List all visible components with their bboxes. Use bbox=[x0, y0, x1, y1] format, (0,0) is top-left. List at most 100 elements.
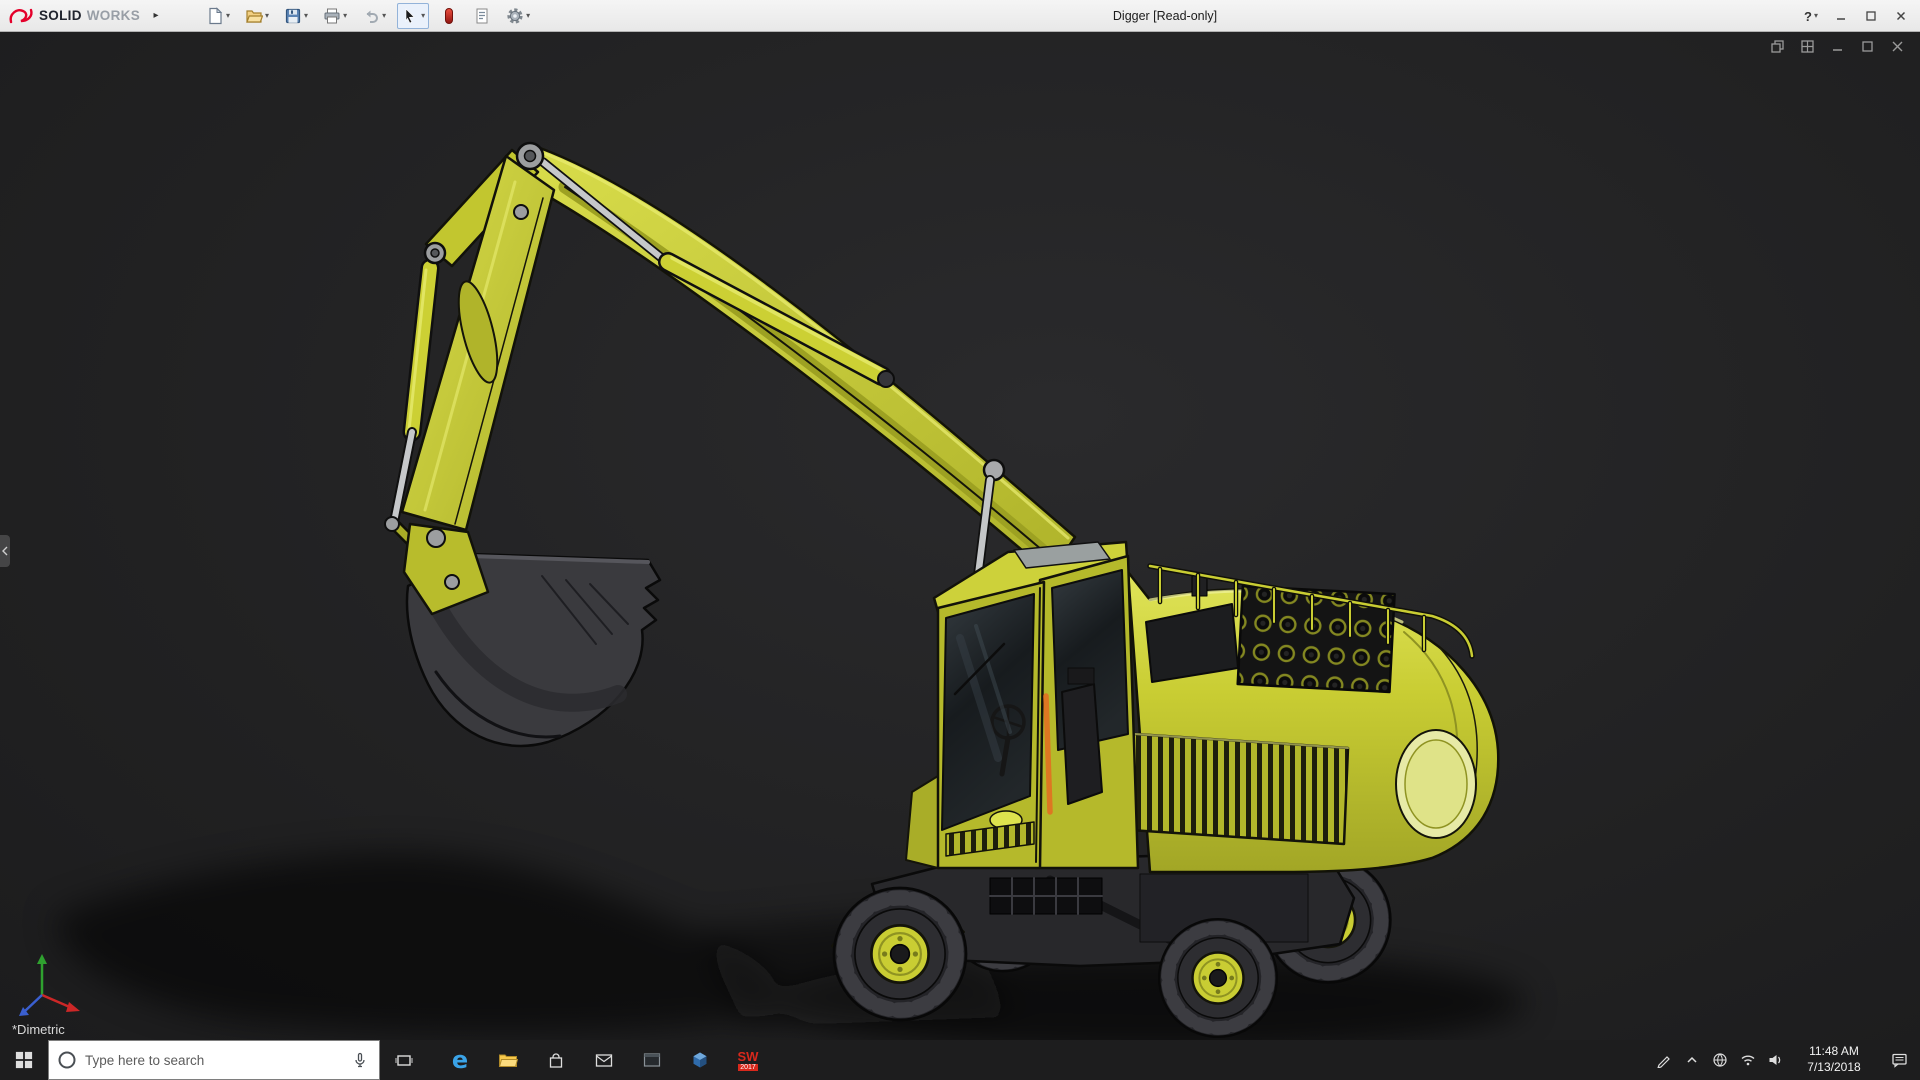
chevron-left-icon bbox=[2, 546, 8, 556]
brand-text-works: WORKS bbox=[86, 8, 141, 23]
rebuild-icon bbox=[445, 7, 454, 24]
maximize-icon bbox=[1866, 11, 1876, 21]
edrawings-cube-icon bbox=[693, 1052, 707, 1068]
expand-arrow-icon: ▸ bbox=[153, 10, 159, 21]
front-right-wheel bbox=[1159, 919, 1277, 1037]
engine-vent-panel bbox=[1236, 584, 1396, 694]
dropdown-arrow-icon: ▾ bbox=[226, 10, 231, 20]
print-button[interactable]: ▾ bbox=[319, 3, 351, 29]
solidworks-app-icon: SW bbox=[737, 1048, 759, 1064]
taskbar-search-box[interactable] bbox=[48, 1040, 380, 1080]
view-orientation-label: *Dimetric bbox=[12, 1022, 65, 1037]
side-steps bbox=[989, 877, 1103, 915]
wifi-icon bbox=[1741, 1055, 1755, 1066]
dropdown-arrow-icon: ▾ bbox=[1813, 11, 1818, 20]
start-button[interactable] bbox=[0, 1040, 48, 1080]
windows-ink-button[interactable] bbox=[1650, 1040, 1678, 1080]
solidworks-logo: SOLID WORKS bbox=[0, 6, 140, 26]
minimize-button[interactable] bbox=[1826, 3, 1856, 29]
windows-taskbar: e bbox=[0, 1040, 1920, 1080]
taskbar-app-edge[interactable]: e bbox=[436, 1040, 484, 1080]
search-input[interactable] bbox=[85, 1052, 341, 1068]
open-button[interactable]: ▾ bbox=[241, 3, 273, 29]
gear-icon bbox=[507, 7, 523, 24]
tile-windows-button[interactable] bbox=[1798, 37, 1816, 55]
dropdown-arrow-icon: ▾ bbox=[382, 10, 387, 20]
save-icon bbox=[285, 8, 301, 23]
restore-document-button[interactable] bbox=[1858, 37, 1876, 55]
cascade-windows-icon bbox=[1770, 39, 1784, 53]
volume-button[interactable] bbox=[1762, 1040, 1790, 1080]
dropdown-arrow-icon: ▾ bbox=[526, 10, 531, 20]
microphone-icon bbox=[355, 1052, 365, 1068]
task-view-button[interactable] bbox=[380, 1040, 428, 1080]
undo-button[interactable]: ▾ bbox=[358, 3, 390, 29]
document-title: Digger [Read-only] bbox=[1112, 9, 1218, 23]
rebuild-button[interactable] bbox=[436, 3, 462, 29]
windows-logo-icon bbox=[15, 1051, 33, 1069]
select-cursor-icon bbox=[405, 7, 415, 23]
front-left-wheel bbox=[834, 888, 966, 1020]
file-explorer-icon bbox=[498, 1054, 518, 1067]
new-document-button[interactable]: ▾ bbox=[202, 3, 234, 29]
cortana-icon bbox=[58, 1051, 76, 1069]
save-button[interactable]: ▾ bbox=[280, 3, 312, 29]
help-button[interactable]: ? ▾ bbox=[1796, 3, 1826, 29]
quick-toolbar: ▾ ▾ ▾ ▾ ▾ ▾ ▾ bbox=[202, 2, 534, 29]
microphone-button[interactable] bbox=[349, 1049, 371, 1071]
close-document-button[interactable] bbox=[1888, 37, 1906, 55]
graphics-viewport[interactable]: *Dimetric bbox=[0, 32, 1920, 1040]
taskbar-app-mail[interactable] bbox=[580, 1040, 628, 1080]
ds-logo-icon bbox=[9, 8, 33, 23]
action-center-icon bbox=[1891, 1053, 1907, 1068]
dropdown-arrow-icon: ▾ bbox=[304, 10, 309, 20]
dropdown-arrow-icon: ▾ bbox=[343, 10, 348, 20]
help-icon: ? bbox=[1804, 8, 1812, 24]
cab bbox=[932, 540, 1140, 870]
window-controls: ? ▾ bbox=[1796, 0, 1916, 32]
action-center-button[interactable] bbox=[1878, 1040, 1920, 1080]
wifi-button[interactable] bbox=[1734, 1040, 1762, 1080]
file-properties-icon bbox=[476, 8, 488, 23]
store-icon bbox=[549, 1052, 563, 1068]
clock-date: 7/13/2018 bbox=[1807, 1060, 1861, 1074]
taskbar-app-edrawings[interactable] bbox=[676, 1040, 724, 1080]
minimize-icon bbox=[1837, 18, 1845, 20]
taskbar-app-store[interactable] bbox=[532, 1040, 580, 1080]
taskbar-app-solidworks-2017[interactable]: SW 2017 bbox=[724, 1040, 772, 1080]
globe-network-icon bbox=[1713, 1053, 1727, 1067]
speaker-icon bbox=[1769, 1055, 1781, 1065]
task-view-icon bbox=[395, 1054, 413, 1066]
taskbar-clock[interactable]: 11:48 AM 7/13/2018 bbox=[1790, 1040, 1878, 1080]
minimize-document-button[interactable] bbox=[1828, 37, 1846, 55]
titlebar: SOLID WORKS ▸ ▾ ▾ ▾ ▾ ▾ ▾ ▾ Digger [Read… bbox=[0, 0, 1920, 32]
model-canvas[interactable] bbox=[0, 32, 1920, 1040]
taskbar-app-file-explorer[interactable] bbox=[484, 1040, 532, 1080]
document-window-controls bbox=[1768, 37, 1906, 55]
mail-icon bbox=[595, 1053, 613, 1067]
console-app-icon bbox=[643, 1053, 661, 1067]
dropdown-arrow-icon: ▾ bbox=[421, 10, 426, 20]
cascade-windows-button[interactable] bbox=[1768, 37, 1786, 55]
pen-icon bbox=[1657, 1056, 1670, 1068]
feature-panel-flyout-tab[interactable] bbox=[0, 535, 10, 567]
solidworks-window: SOLID WORKS ▸ ▾ ▾ ▾ ▾ ▾ ▾ ▾ Digger [Read… bbox=[0, 0, 1920, 1080]
restore-document-icon bbox=[1861, 40, 1873, 52]
print-icon bbox=[324, 8, 340, 23]
options-button[interactable]: ▾ bbox=[502, 3, 534, 29]
show-hidden-icons-button[interactable] bbox=[1678, 1040, 1706, 1080]
close-button[interactable] bbox=[1886, 3, 1916, 29]
edge-icon: e bbox=[451, 1046, 469, 1074]
chevron-up-icon bbox=[1687, 1056, 1697, 1063]
network-button[interactable] bbox=[1706, 1040, 1734, 1080]
file-properties-button[interactable] bbox=[469, 3, 495, 29]
close-document-icon bbox=[1892, 41, 1902, 51]
maximize-button[interactable] bbox=[1856, 3, 1886, 29]
orientation-triad bbox=[19, 954, 80, 1016]
select-button[interactable]: ▾ bbox=[397, 2, 430, 29]
taskbar-app-console[interactable] bbox=[628, 1040, 676, 1080]
toolbar-expand-button[interactable]: ▸ bbox=[148, 10, 164, 21]
minimize-document-icon bbox=[1832, 48, 1842, 51]
new-document-icon bbox=[209, 6, 223, 24]
clock-time: 11:48 AM bbox=[1809, 1044, 1859, 1059]
